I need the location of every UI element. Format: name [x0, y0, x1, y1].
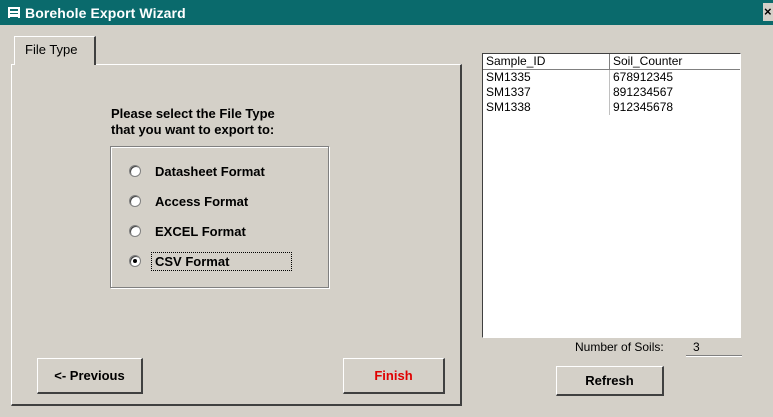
cell-sample-id: SM1337 — [483, 85, 610, 100]
window-title: Borehole Export Wizard — [25, 4, 186, 21]
soil-list[interactable]: Sample_ID Soil_Counter SM1335 678912345 … — [482, 53, 741, 338]
list-row[interactable]: SM1338 912345678 — [483, 100, 740, 115]
previous-button[interactable]: <- Previous — [37, 358, 143, 394]
option-label: Access Format — [155, 193, 249, 209]
cell-soil-counter: 912345678 — [613, 100, 674, 114]
list-row[interactable]: SM1335 678912345 — [483, 70, 740, 85]
option-datasheet[interactable]: Datasheet Format — [129, 162, 265, 180]
cell-sample-id: SM1338 — [483, 100, 610, 115]
radio-access[interactable] — [129, 195, 141, 207]
column-header-sample-id[interactable]: Sample_ID — [483, 54, 610, 69]
option-label: CSV Format — [151, 251, 293, 271]
finish-button[interactable]: Finish — [343, 358, 445, 394]
cell-soil-counter: 678912345 — [613, 70, 674, 84]
cell-sample-id: SM1335 — [483, 70, 610, 85]
option-label: EXCEL Format — [155, 223, 246, 239]
soil-count-value: 3 — [693, 340, 700, 354]
list-row[interactable]: SM1337 891234567 — [483, 85, 740, 100]
refresh-button[interactable]: Refresh — [556, 366, 664, 396]
option-access[interactable]: Access Format — [129, 192, 248, 210]
cell-soil-counter: 891234567 — [613, 85, 674, 99]
title-bar[interactable]: Borehole Export Wizard × — [0, 0, 773, 25]
prompt-line-2: that you want to export to: — [111, 122, 275, 137]
column-header-soil-counter[interactable]: Soil_Counter — [610, 54, 740, 69]
soil-count-label: Number of Soils: — [575, 340, 664, 354]
option-label: Datasheet Format — [155, 163, 265, 179]
radio-csv[interactable] — [129, 255, 141, 267]
file-type-prompt: Please select the File Type that you wan… — [111, 106, 331, 138]
radio-excel[interactable] — [129, 225, 141, 237]
form-icon — [8, 7, 20, 18]
count-underline — [686, 355, 742, 357]
radio-datasheet[interactable] — [129, 165, 141, 177]
prompt-line-1: Please select the File Type — [111, 106, 275, 121]
option-excel[interactable]: EXCEL Format — [129, 222, 246, 240]
list-header: Sample_ID Soil_Counter — [483, 54, 740, 70]
close-button[interactable]: × — [763, 3, 773, 21]
tab-file-type[interactable]: File Type — [14, 36, 96, 65]
option-csv[interactable]: CSV Format — [129, 251, 293, 271]
